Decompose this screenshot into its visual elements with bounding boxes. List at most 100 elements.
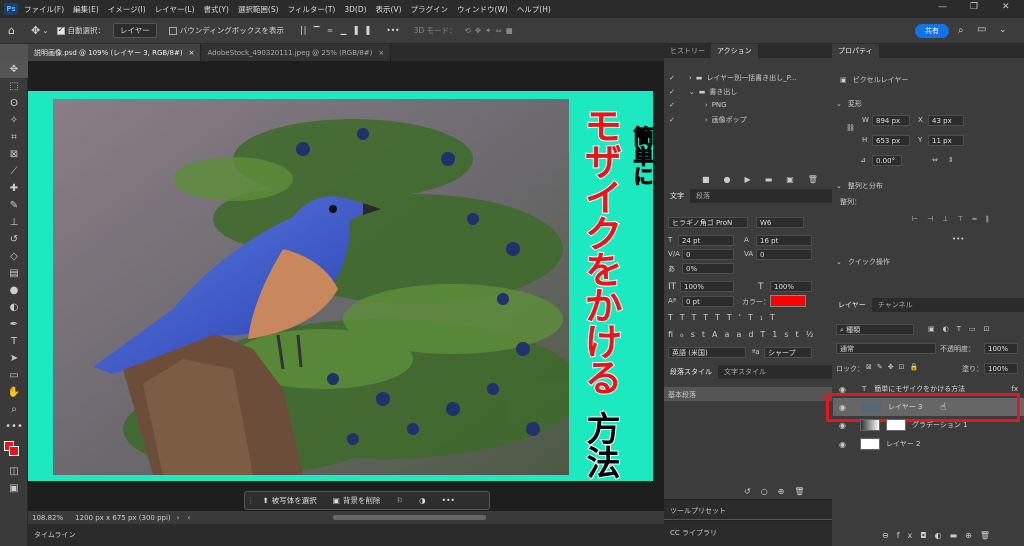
align-section[interactable]: ⌄ 整列と分布 xyxy=(836,181,883,191)
blend-mode-select[interactable]: 通常 xyxy=(836,343,936,354)
stamp-tool-icon[interactable]: ⊥ xyxy=(0,214,28,231)
workspace-icon[interactable]: ▭ xyxy=(977,24,986,35)
opentype-buttons[interactable]: ﬁℴstAaadT1st½ xyxy=(668,330,820,339)
align-icons[interactable]: ▕▏▔ ═ ▁ ▌▐ xyxy=(296,26,372,35)
visibility-eye-icon[interactable]: ◉ xyxy=(839,440,846,449)
drag-handle-icon[interactable]: ⋮ xyxy=(247,496,255,505)
layer-controls[interactable]: ⊖fx◘◐▬⊕🗑 xyxy=(882,531,998,540)
pen-tool-icon[interactable]: ✒ xyxy=(0,316,28,333)
menu-file[interactable]: ファイル(F) xyxy=(24,4,64,15)
close-icon[interactable]: × xyxy=(378,49,384,57)
tab-history[interactable]: ヒストリー xyxy=(664,44,711,58)
font-family-select[interactable]: ヒラギノ角ゴ ProN xyxy=(668,217,748,228)
menu-layer[interactable]: レイヤー(L) xyxy=(155,4,195,15)
search-icon[interactable]: ⌕ xyxy=(958,25,964,36)
chevron-right-icon[interactable]: › xyxy=(689,74,692,82)
kerning-field[interactable]: 0 xyxy=(682,249,734,260)
marquee-tool-icon[interactable]: ⬚ xyxy=(0,78,28,95)
tab-paragraph-styles[interactable]: 段落スタイル xyxy=(664,365,718,379)
baseline-shift-field[interactable]: 0 pt xyxy=(682,296,734,307)
leading-field[interactable]: 16 pt xyxy=(756,235,812,246)
menu-filter[interactable]: フィルター(T) xyxy=(288,4,336,15)
fill-field[interactable]: 100% xyxy=(984,363,1018,374)
hand-tool-icon[interactable]: ✋ xyxy=(0,384,28,401)
lock-buttons[interactable]: ⊠✎✥⊡🔒 xyxy=(866,363,923,371)
tab-document-2[interactable]: AdobeStock_490320111.jpeg @ 25% (RGB/8#)… xyxy=(201,44,392,61)
more-icon[interactable]: ••• xyxy=(952,235,964,243)
x-field[interactable]: 43 px xyxy=(928,115,964,126)
width-field[interactable]: 894 px xyxy=(872,115,910,126)
menu-3d[interactable]: 3D(D) xyxy=(344,5,366,14)
chevron-right-icon[interactable]: › xyxy=(705,101,708,109)
chevron-down-icon[interactable]: ⌄ xyxy=(999,25,1007,35)
menu-type[interactable]: 書式(Y) xyxy=(204,4,229,15)
3d-tools-icon[interactable]: ⟲✥✦⇔■ xyxy=(465,26,517,35)
check-icon[interactable]: ✓ xyxy=(669,116,675,124)
chevron-down-icon[interactable]: ⌄ xyxy=(836,258,842,266)
tracking-field[interactable]: 0 xyxy=(756,249,812,260)
layer-row-2[interactable]: ◉ レイヤー 2 xyxy=(833,435,1024,453)
move-tool-icon[interactable]: ✥ xyxy=(31,24,40,37)
chevron-right-icon[interactable]: › xyxy=(177,514,180,522)
document-info[interactable]: 1200 px x 675 px (300 ppi) xyxy=(75,514,171,522)
tab-actions[interactable]: アクション xyxy=(711,44,758,58)
chevron-down-icon[interactable]: ⌄ xyxy=(689,88,695,96)
menu-select[interactable]: 選択範囲(S) xyxy=(238,4,279,15)
tab-character-styles[interactable]: 文字スタイル xyxy=(718,365,772,379)
magic-wand-icon[interactable]: ✧ xyxy=(0,112,28,129)
chevron-right-icon[interactable]: › xyxy=(705,116,708,124)
filter-buttons[interactable]: ▣◐T▭⊡ xyxy=(928,325,997,333)
rectangle-tool-icon[interactable]: ▭ xyxy=(0,367,28,384)
path-select-icon[interactable]: ➤ xyxy=(0,350,28,367)
language-select[interactable]: 英語 (米国) xyxy=(668,347,746,358)
tab-channels[interactable]: チャンネル xyxy=(872,298,919,312)
check-icon[interactable]: ✓ xyxy=(669,74,675,82)
dodge-tool-icon[interactable]: ◐ xyxy=(0,299,28,316)
background-color-swatch[interactable] xyxy=(9,446,19,456)
healing-brush-icon[interactable]: ✚ xyxy=(0,180,28,197)
check-icon[interactable]: ✓ xyxy=(669,88,675,96)
tab-paragraph[interactable]: 段落 xyxy=(690,189,716,203)
close-icon[interactable]: ✕ xyxy=(1002,2,1010,12)
transform-section[interactable]: ⌄ 変形 xyxy=(836,99,862,109)
horizontal-scale-field[interactable]: 100% xyxy=(770,281,812,292)
type-tool-icon[interactable]: T xyxy=(0,333,28,350)
tsume-field[interactable]: 0% xyxy=(682,263,734,274)
action-controls[interactable]: ■●▶▬▣🗑 xyxy=(702,175,832,184)
layer-row-gradient[interactable]: ◉ グラデーション 1 xyxy=(833,416,1024,434)
style-controls[interactable]: ↺○⊕🗑 xyxy=(744,487,815,496)
tab-document-1[interactable]: 説明画像.psd @ 109% (レイヤー 3, RGB/8#) × xyxy=(28,44,202,61)
eraser-tool-icon[interactable]: ◇ xyxy=(0,248,28,265)
action-row-2[interactable]: ✓ ⌄ ▬ 書き出し xyxy=(669,87,737,97)
tab-properties[interactable]: プロパティ xyxy=(832,44,879,58)
timeline-panel[interactable]: タイムライン xyxy=(28,524,664,546)
restore-icon[interactable]: ❐ xyxy=(970,2,978,12)
text-color-swatch[interactable] xyxy=(770,295,806,307)
antialias-select[interactable]: シャープ xyxy=(764,347,812,358)
remove-background-button[interactable]: ▣ 背景を削除 xyxy=(329,494,385,507)
quick-mask-icon[interactable]: ◫ xyxy=(0,463,28,480)
more-icon[interactable]: ••• xyxy=(386,26,399,35)
minimize-icon[interactable]: — xyxy=(938,2,947,12)
action-row-1[interactable]: ✓ › ▬ レイヤー別一括書き出し_P... xyxy=(669,73,796,83)
more-tools-icon[interactable]: ••• xyxy=(0,418,28,435)
close-icon[interactable]: × xyxy=(189,49,195,57)
auto-select-checkbox[interactable]: 自動選択： xyxy=(56,25,105,36)
flag-icon[interactable]: ⚐ xyxy=(392,495,407,506)
font-weight-select[interactable]: W6 xyxy=(756,217,804,228)
brush-tool-icon[interactable]: ✎ xyxy=(0,197,28,214)
share-button[interactable]: 共有 xyxy=(915,24,949,38)
menu-help[interactable]: ヘルプ(H) xyxy=(517,4,551,15)
blur-tool-icon[interactable]: ● xyxy=(0,282,28,299)
menu-plugins[interactable]: プラグイン xyxy=(411,4,449,15)
tab-character[interactable]: 文字 xyxy=(664,189,690,203)
tool-presets-panel[interactable]: ツールプリセット xyxy=(664,499,832,519)
layer-dropdown[interactable]: レイヤー xyxy=(113,23,157,38)
align-buttons[interactable]: ⊢⊣⊥⊤═∥ xyxy=(912,215,998,223)
history-brush-icon[interactable]: ↺ xyxy=(0,231,28,248)
vertical-scale-field[interactable]: 100% xyxy=(680,281,734,292)
menu-edit[interactable]: 編集(E) xyxy=(73,4,99,15)
style-item-basic[interactable]: 基本段落 xyxy=(664,387,832,401)
action-row-4[interactable]: ✓ › 画像ポップ xyxy=(669,115,747,125)
home-icon[interactable]: ⌂ xyxy=(8,24,15,37)
